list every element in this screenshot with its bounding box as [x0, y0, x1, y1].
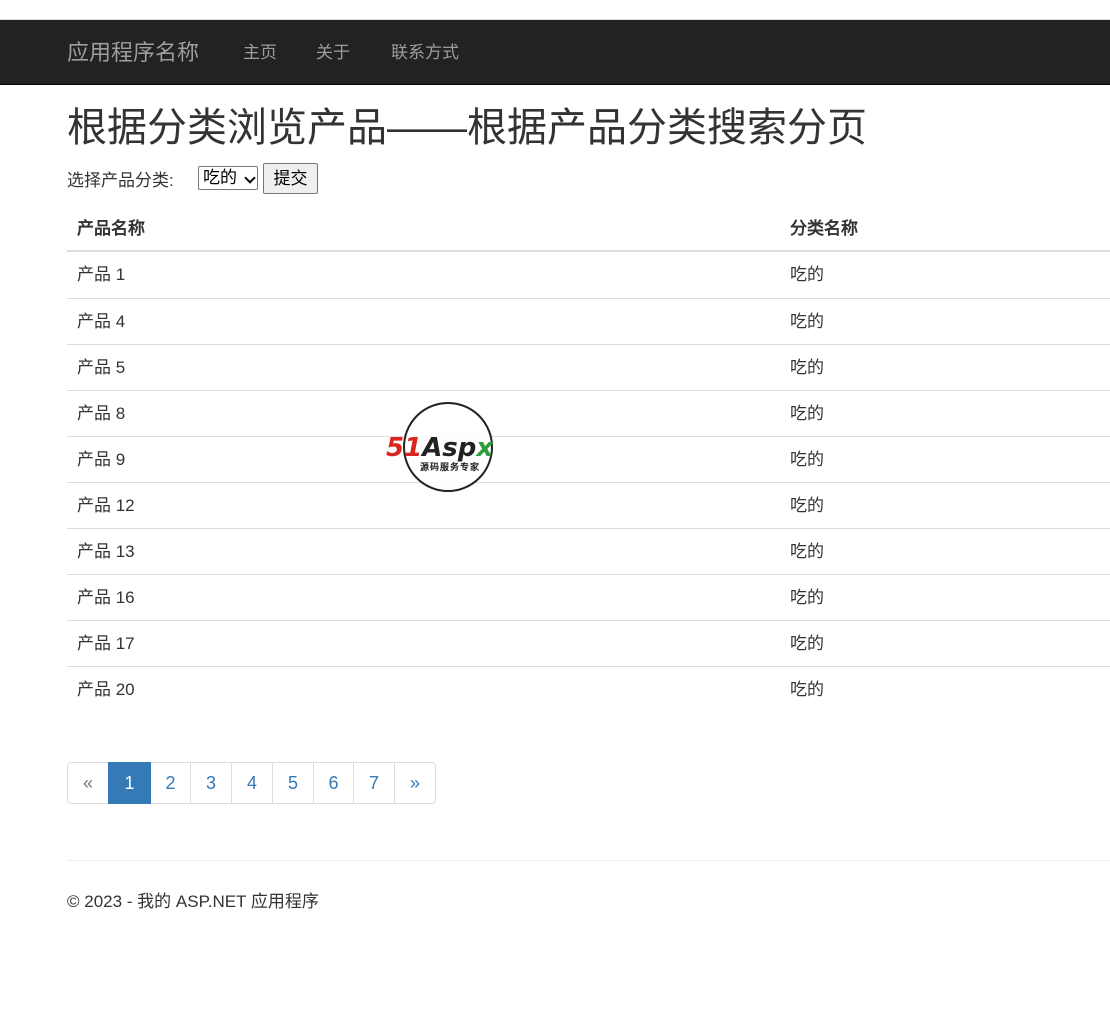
category-name-cell: 吃的	[790, 265, 824, 284]
pagination-prev[interactable]: «	[67, 762, 109, 804]
table-row: 产品 20 吃的	[67, 666, 1110, 712]
navbar-brand[interactable]: 应用程序名称	[67, 20, 199, 85]
table-row: 产品 8 吃的	[67, 390, 1110, 436]
table-row: 产品 4 吃的	[67, 298, 1110, 344]
table-row: 产品 13 吃的	[67, 528, 1110, 574]
product-name-cell: 产品 12	[77, 496, 135, 515]
pagination-page-2[interactable]: 2	[150, 762, 191, 804]
product-name-cell: 产品 20	[77, 680, 135, 699]
category-name-cell: 吃的	[790, 542, 824, 561]
watermark-brand: 51Aspx	[386, 433, 494, 463]
product-name-cell: 产品 9	[77, 450, 126, 469]
nav-link-contact[interactable]: 联系方式	[391, 20, 459, 85]
product-name-cell: 产品 16	[77, 588, 135, 607]
chevron-down-icon	[244, 172, 256, 184]
product-name-cell: 产品 17	[77, 634, 135, 653]
table-row: 产品 16 吃的	[67, 574, 1110, 620]
navbar: 应用程序名称 主页 关于 联系方式	[0, 20, 1110, 85]
pagination-page-5[interactable]: 5	[272, 762, 314, 804]
submit-button[interactable]: 提交	[263, 163, 318, 194]
product-name-cell: 产品 13	[77, 542, 135, 561]
pagination: « 1 2 3 4 5 6 7 »	[67, 762, 436, 804]
footer-divider	[67, 860, 1110, 861]
table-body: 产品 1 吃的 产品 4 吃的 产品 5 吃的 产品 8 吃的 产品 9 吃的 …	[67, 252, 1110, 712]
pagination-page-6[interactable]: 6	[313, 762, 354, 804]
category-select[interactable]: 吃的	[198, 166, 258, 190]
nav-link-about[interactable]: 关于	[316, 20, 350, 85]
product-name-cell: 产品 5	[77, 358, 126, 377]
table-row: 产品 1 吃的	[67, 252, 1110, 298]
table-row: 产品 12 吃的	[67, 482, 1110, 528]
watermark-tagline: 源码服务专家	[419, 462, 480, 472]
category-name-cell: 吃的	[790, 588, 824, 607]
footer-copyright: © 2023 - 我的 ASP.NET 应用程序	[67, 892, 319, 911]
product-name-cell: 产品 4	[77, 312, 126, 331]
table-row: 产品 17 吃的	[67, 620, 1110, 666]
pagination-page-7[interactable]: 7	[353, 762, 395, 804]
category-name-cell: 吃的	[790, 496, 824, 515]
category-name-cell: 吃的	[790, 404, 824, 423]
category-name-cell: 吃的	[790, 312, 824, 331]
nav-link-home[interactable]: 主页	[243, 20, 277, 85]
product-table: 产品名称 分类名称 产品 1 吃的 产品 4 吃的 产品 5 吃的 产品 8 吃…	[67, 206, 1110, 712]
product-name-cell: 产品 1	[77, 265, 126, 284]
category-filter-label: 选择产品分类:	[67, 171, 174, 190]
table-header-row: 产品名称 分类名称	[67, 206, 1110, 252]
table-row: 产品 9 吃的	[67, 436, 1110, 482]
category-name-cell: 吃的	[790, 450, 824, 469]
product-name-cell: 产品 8	[77, 404, 126, 423]
table-row: 产品 5 吃的	[67, 344, 1110, 390]
category-select-value: 吃的	[203, 168, 237, 187]
pagination-page-4[interactable]: 4	[231, 762, 273, 804]
pagination-page-3[interactable]: 3	[190, 762, 232, 804]
category-name-cell: 吃的	[790, 680, 824, 699]
category-name-cell: 吃的	[790, 358, 824, 377]
column-header-product-name: 产品名称	[77, 219, 145, 238]
watermark-logo: 51Aspx 源码服务专家	[386, 402, 514, 494]
pagination-page-1[interactable]: 1	[108, 762, 151, 804]
page-title: 根据分类浏览产品——根据产品分类搜索分页	[67, 106, 867, 150]
category-name-cell: 吃的	[790, 634, 824, 653]
column-header-category-name: 分类名称	[790, 219, 858, 238]
pagination-next[interactable]: »	[394, 762, 436, 804]
browser-top-strip	[0, 0, 1110, 20]
